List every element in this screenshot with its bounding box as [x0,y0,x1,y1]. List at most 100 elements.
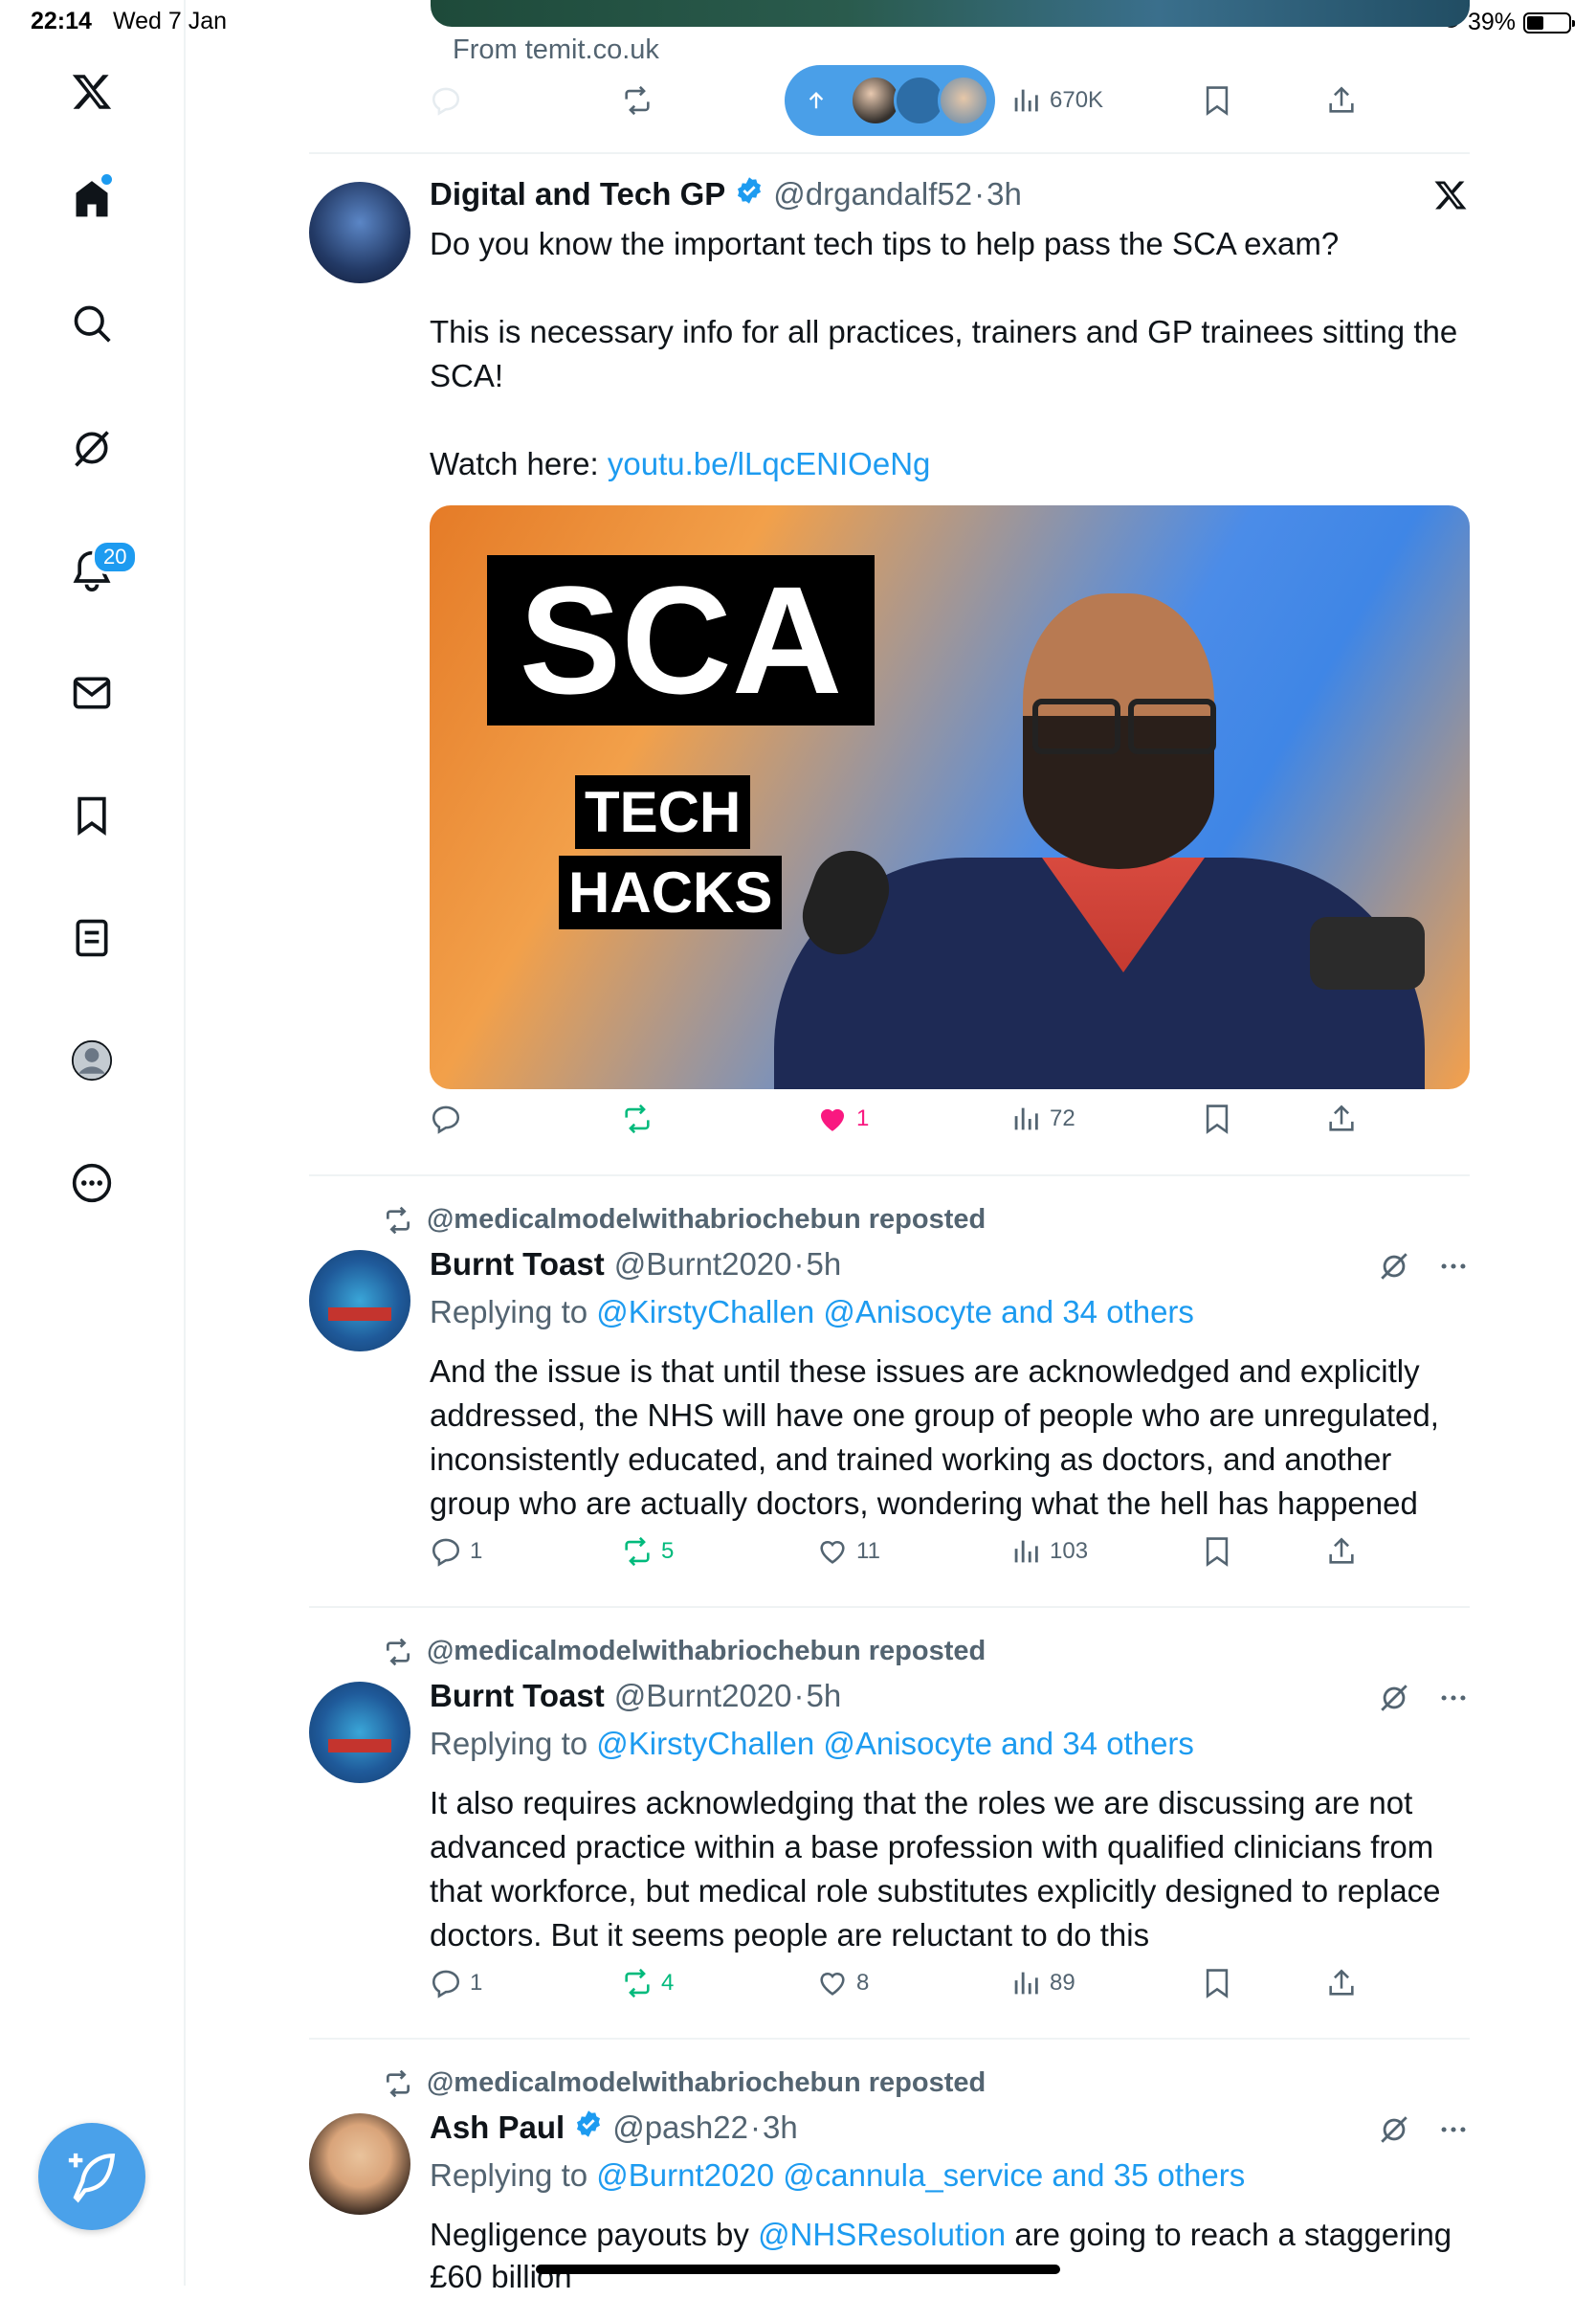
author-handle[interactable]: @drgandalf52 [773,176,972,212]
share-button[interactable] [1325,1967,1358,1999]
like-count: 1 [856,1105,870,1131]
like-count: 11 [856,1538,880,1564]
bookmark-button[interactable] [1201,84,1233,117]
author-name[interactable]: Ash Paul [430,2109,565,2146]
share-button[interactable] [1325,1103,1358,1135]
messages-icon[interactable] [67,668,117,718]
like-button[interactable]: 1 [816,1103,869,1135]
home-unread-dot [101,174,112,185]
home-indicator[interactable] [536,2265,1060,2274]
heart-icon [820,1541,845,1564]
views-button[interactable]: 670K [1009,84,1103,117]
views-button[interactable]: 89 [1009,1967,1075,1999]
search-icon[interactable] [67,299,117,348]
repost-attribution-text: @medicalmodelwithabriochebun reposted [427,2067,986,2098]
repost-attribution[interactable]: @medicalmodelwithabriochebun reposted [383,2067,986,2099]
avatar-burnt2020[interactable] [309,1250,410,1351]
tweet-time[interactable]: 3h [763,2109,798,2146]
avatar-banner [328,1739,391,1752]
tweet-time[interactable]: 3h [986,176,1022,212]
tweet-media-thumbnail[interactable]: SCA TECH HACKS [430,505,1470,1089]
replying-to: Replying to @KirstyChallen @Anisocyte an… [430,1294,1194,1330]
x-logo-icon[interactable] [67,67,117,117]
grok-icon[interactable] [1378,1250,1410,1287]
author-handle[interactable]: @Burnt2020 [614,1246,792,1283]
new-posts-pill[interactable] [785,65,995,136]
profile-icon[interactable] [67,1036,117,1085]
tweet-actions: 1 5 11 103 [430,1535,1386,1583]
repost-attribution[interactable]: @medicalmodelwithabriochebun reposted [383,1204,986,1236]
author-name[interactable]: Burnt Toast [430,1678,605,1714]
youtube-link[interactable]: youtu.be/lLqcENIOeNg [608,446,931,481]
thumbnail-title-box: SCA [487,555,875,725]
repost-icon [625,85,650,116]
reply-button[interactable] [430,1103,462,1135]
share-button[interactable] [1325,84,1358,117]
views-button[interactable]: 103 [1009,1535,1088,1568]
more-options-icon[interactable] [1437,1682,1470,1719]
reply-button[interactable]: 1 [430,1535,482,1568]
thumbnail-glasses-left [1032,699,1120,754]
more-options-icon[interactable] [1437,2113,1470,2151]
reply-count: 1 [470,1970,483,1996]
tweet-text-line: Do you know the important tech tips to h… [430,226,1340,261]
arrow-up-icon [809,92,824,109]
reply-button[interactable] [430,84,462,117]
previous-tweet-media[interactable] [431,0,1470,27]
compose-button[interactable] [38,2123,145,2230]
tweet-time[interactable]: 5h [807,1246,842,1283]
repost-icon [625,1104,650,1134]
repost-attribution[interactable]: @medicalmodelwithabriochebun reposted [383,1636,986,1667]
tweet-actions: 1 72 [430,1103,1386,1150]
repost-icon [625,1968,650,1998]
avatar-pash22[interactable] [309,2113,410,2215]
link-source[interactable]: From temit.co.uk [453,34,659,66]
reply-button[interactable]: 1 [430,1967,482,1999]
repost-button[interactable]: 5 [621,1535,674,1568]
author-handle[interactable]: @pash22 [612,2109,748,2146]
grok-icon[interactable] [1378,2113,1410,2151]
bookmark-button[interactable] [1201,1967,1233,1999]
bookmark-icon [1206,1105,1229,1134]
share-icon [1329,1537,1354,1564]
repost-small-icon [387,1638,410,1665]
author-name[interactable]: Digital and Tech GP [430,176,725,212]
bookmarks-icon[interactable] [67,791,117,840]
bookmark-button[interactable] [1201,1103,1233,1135]
more-icon[interactable] [67,1158,117,1208]
author-name[interactable]: Burnt Toast [430,1246,605,1283]
like-button[interactable]: 11 [816,1535,880,1568]
mention-link[interactable]: @NHSResolution [758,2217,1006,2252]
author-handle[interactable]: @Burnt2020 [614,1678,792,1714]
replying-to-users[interactable]: @KirstyChallen @Anisocyte and 34 others [596,1294,1194,1329]
bookmark-button[interactable] [1201,1535,1233,1568]
views-icon [1014,1107,1038,1130]
lists-icon[interactable] [67,913,117,963]
grok-icon[interactable] [1378,1682,1410,1719]
separator-dot: · [793,1678,805,1713]
replying-to-label: Replying to [430,1726,588,1761]
grok-icon[interactable] [67,423,117,473]
share-button[interactable] [1325,1535,1358,1568]
views-icon [1014,89,1038,112]
repost-small-icon [387,1206,410,1234]
verified-badge-icon [735,176,764,212]
avatar-drgandalf52[interactable] [309,182,410,283]
repost-button[interactable] [621,84,654,117]
tweet-time[interactable]: 5h [807,1678,842,1714]
reply-icon [432,1105,460,1134]
replying-to-users[interactable]: @Burnt2020 @cannula_service and 35 other… [596,2157,1245,2193]
more-options-icon[interactable] [1437,1250,1470,1287]
tweet-top-actions [1378,1682,1470,1719]
avatar-burnt2020[interactable] [309,1682,410,1783]
views-button[interactable]: 72 [1009,1103,1075,1135]
like-button[interactable]: 8 [816,1967,869,1999]
like-count: 8 [856,1970,870,1996]
replying-to-users[interactable]: @KirstyChallen @Anisocyte and 34 others [596,1726,1194,1761]
repost-small-icon [387,2069,410,2097]
repost-button[interactable] [621,1103,654,1135]
thumbnail-tag-2: HACKS [559,856,783,929]
views-count: 103 [1050,1538,1089,1564]
repost-button[interactable]: 4 [621,1967,674,1999]
reply-count: 1 [470,1538,483,1564]
